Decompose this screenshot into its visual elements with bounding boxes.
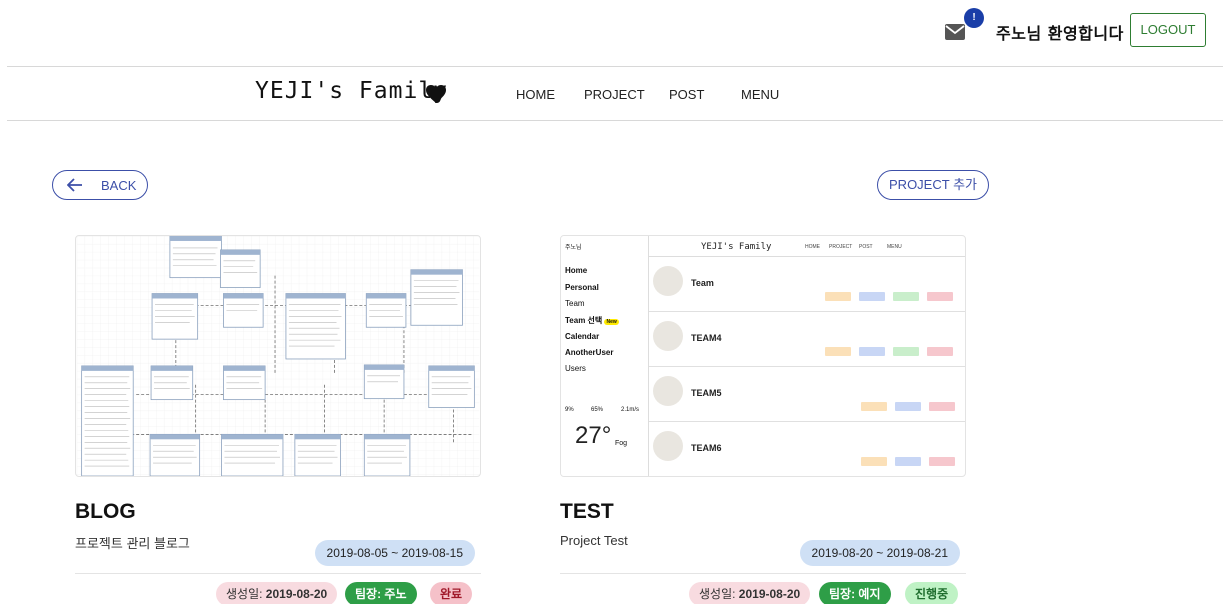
created-date-badge: 생성일: 2019-08-20 [216, 582, 338, 604]
divider [7, 66, 1223, 67]
welcome-message: 주노님 환영합니다 [996, 24, 1124, 43]
project-thumbnail[interactable]: 주노님 Home Personal Team Team 선택 New Calen… [560, 235, 966, 477]
project-title[interactable]: TEST [560, 500, 614, 524]
back-label: BACK [101, 178, 137, 193]
preview-team-name: Team [691, 278, 714, 288]
team-avatar [653, 321, 683, 351]
preview-condition: Fog [615, 440, 628, 447]
created-label: 생성일: [699, 587, 739, 601]
team-avatar [653, 266, 683, 296]
created-date-badge: 생성일: 2019-08-20 [689, 582, 811, 604]
preview-side-item: Users [565, 364, 586, 373]
preview-team-row: TEAM5 [649, 368, 965, 422]
preview-side-item: Team [565, 299, 585, 308]
back-button[interactable]: BACK [52, 170, 148, 200]
preview-side-item: Home [565, 266, 588, 275]
divider [7, 120, 1223, 121]
leader-badge: 팀장: 예지 [819, 582, 891, 604]
preview-side-item: AnotherUser [565, 348, 614, 357]
heart-icon [425, 84, 447, 104]
top-bar: ! 주노님 환영합니다 LOGOUT [0, 0, 1223, 66]
nav-menu[interactable]: MENU [741, 87, 779, 102]
preview-weather-stat: 65% [591, 407, 604, 413]
project-card-test[interactable]: 주노님 Home Personal Team Team 선택 New Calen… [560, 235, 966, 604]
preview-user: 주노님 [565, 245, 582, 251]
preview-weather-stat: 9% [565, 407, 574, 413]
preview-nav: MENU [887, 244, 902, 250]
preview-side-item: Calendar [565, 332, 600, 341]
preview-team-row: TEAM6 [649, 423, 965, 476]
preview-team-name: TEAM6 [691, 443, 722, 453]
project-thumbnail[interactable] [75, 235, 481, 477]
nav-post[interactable]: POST [669, 87, 704, 102]
project-title[interactable]: BLOG [75, 500, 136, 524]
divider [560, 573, 966, 574]
preview-team-row: Team [649, 258, 965, 312]
preview-sidebar: 주노님 Home Personal Team Team 선택 New Calen… [561, 236, 649, 476]
preview-team-row: TEAM4 [649, 313, 965, 367]
project-description: 프로젝트 관리 블로그 [75, 536, 190, 551]
brand-logo[interactable]: YEJI's Family [255, 78, 448, 104]
nav-home[interactable]: HOME [516, 87, 555, 102]
divider [75, 573, 481, 574]
logout-button[interactable]: LOGOUT [1130, 13, 1206, 47]
preview-nav: POST [859, 244, 873, 250]
envelope-icon[interactable] [945, 24, 965, 40]
team-avatar [653, 431, 683, 461]
add-project-button[interactable]: PROJECT 추가 [877, 170, 989, 200]
preview-main: YEJI's Family HOME PROJECT POST MENU Tea… [649, 236, 965, 476]
project-period: 2019-08-05 ~ 2019-08-15 [314, 540, 475, 566]
project-period: 2019-08-20 ~ 2019-08-21 [799, 540, 960, 566]
preview-side-item: Team 선택 New [565, 315, 619, 326]
preview-nav: HOME [805, 244, 820, 250]
preview-team-name: TEAM5 [691, 388, 722, 398]
created-value: 2019-08-20 [738, 587, 801, 601]
preview-weather-stat: 2.1m/s [621, 407, 640, 413]
new-badge: New [604, 319, 619, 325]
preview-nav: PROJECT [829, 244, 853, 250]
nav-project[interactable]: PROJECT [584, 87, 645, 102]
leader-badge: 팀장: 주노 [345, 582, 417, 604]
erd-diagram-image [76, 236, 480, 476]
preview-temperature: 27° [575, 422, 612, 449]
arrow-left-icon [66, 178, 83, 192]
created-label: 생성일: [226, 587, 266, 601]
team-avatar [653, 376, 683, 406]
notification-badge: ! [964, 8, 984, 28]
preview-side-item-label: Team 선택 [565, 316, 603, 325]
preview-side-item: Personal [565, 283, 599, 292]
project-description: Project Test [560, 533, 628, 548]
preview-brand: YEJI's Family [701, 242, 772, 252]
created-value: 2019-08-20 [265, 587, 328, 601]
project-card-blog[interactable]: BLOG 프로젝트 관리 블로그 2019-08-05 ~ 2019-08-15… [75, 235, 481, 604]
preview-team-name: TEAM4 [691, 333, 722, 343]
status-badge: 진행중 [905, 582, 959, 604]
status-badge: 완료 [430, 582, 473, 604]
